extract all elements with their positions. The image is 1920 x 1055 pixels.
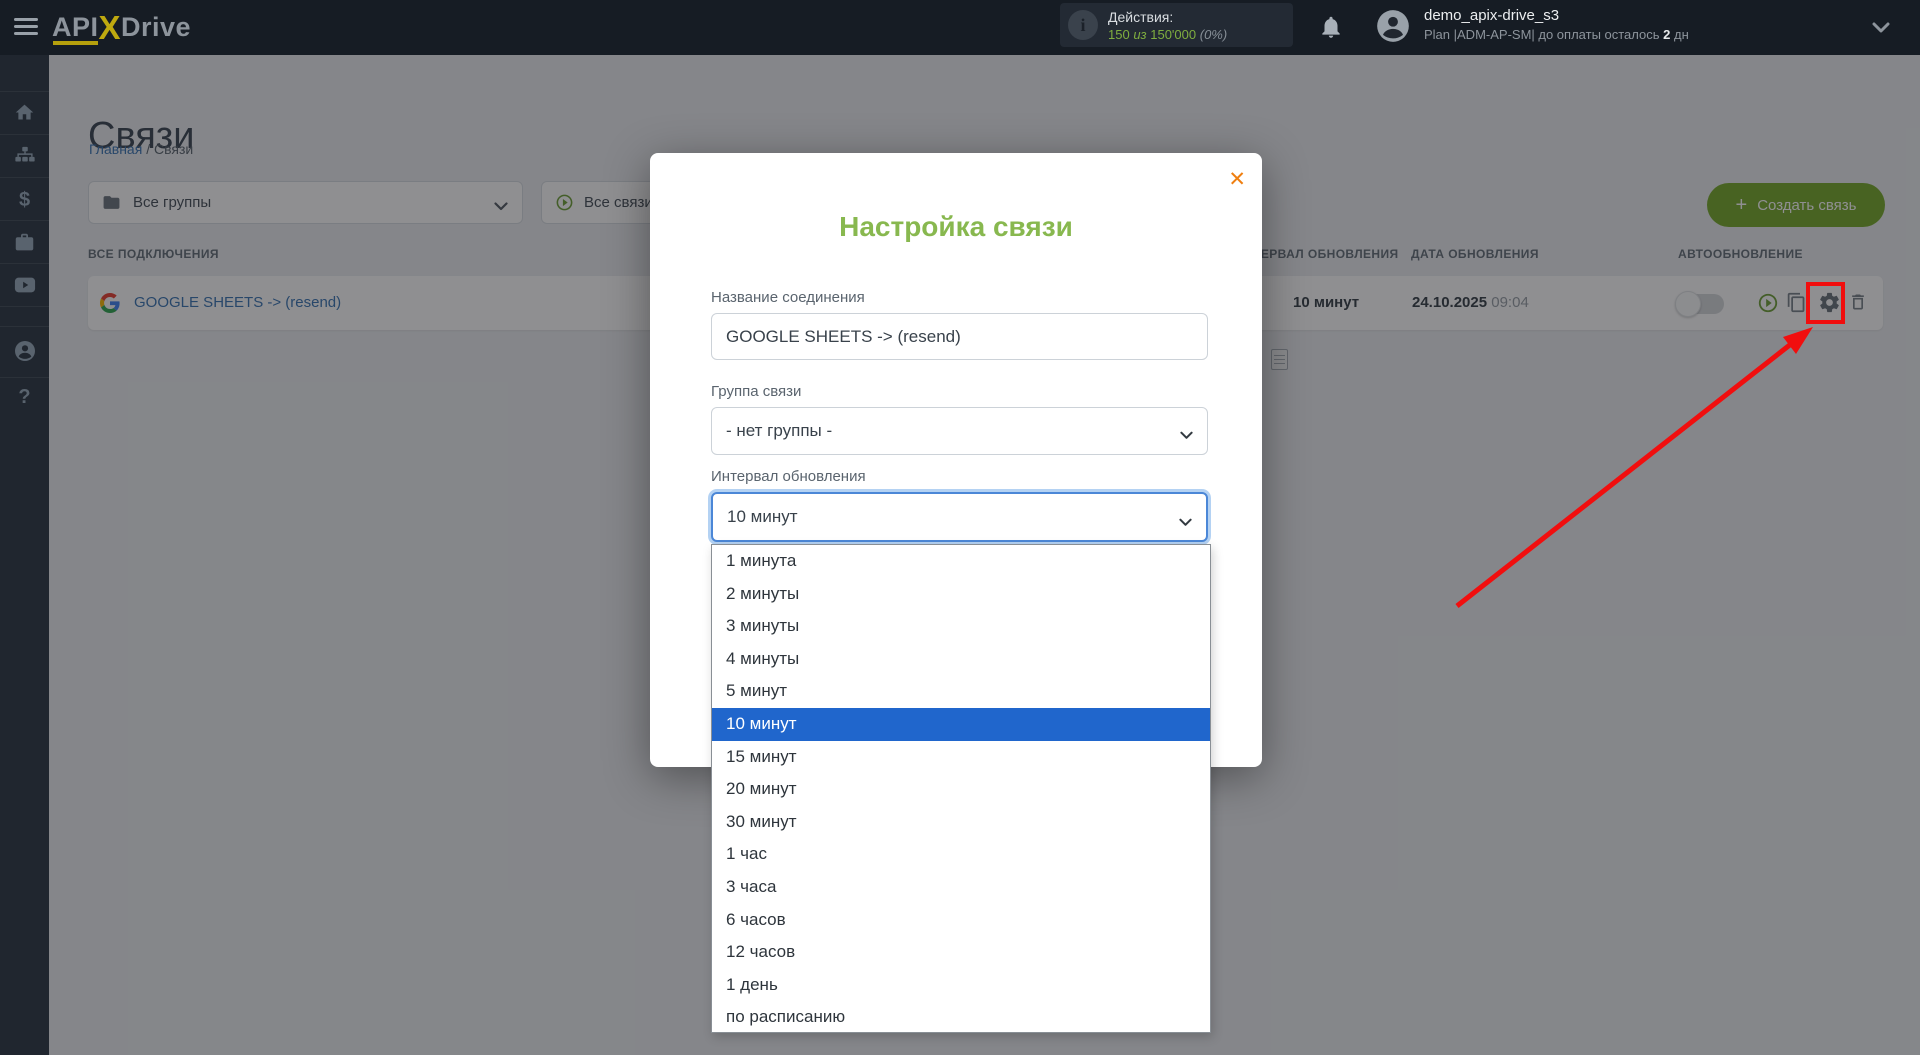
actions-counter: 150 из 150'000 (0%) bbox=[1108, 27, 1227, 42]
interval-option[interactable]: 20 минут bbox=[712, 773, 1210, 806]
link-group-label: Группа связи bbox=[711, 383, 802, 400]
sidebar-item-help[interactable]: ? bbox=[0, 386, 49, 410]
question-icon: ? bbox=[18, 386, 31, 408]
chevron-down-icon bbox=[1180, 427, 1193, 445]
user-name: demo_apix-drive_s3 bbox=[1424, 7, 1560, 24]
chevron-down-icon bbox=[1179, 514, 1192, 532]
user-avatar[interactable] bbox=[1374, 7, 1412, 45]
app-window: APIXDrive i Действия: 150 из 150'000 (0%… bbox=[0, 0, 1920, 1055]
interval-option[interactable]: 10 минут bbox=[712, 707, 1210, 741]
interval-option[interactable]: 3 минуты bbox=[712, 610, 1210, 643]
sidebar-item-connections[interactable] bbox=[0, 145, 49, 172]
modal-title: Настройка связи bbox=[839, 211, 1073, 242]
interval-option[interactable]: 1 час bbox=[712, 838, 1210, 871]
plan-days: 2 bbox=[1663, 27, 1671, 42]
top-bar: APIXDrive i Действия: 150 из 150'000 (0%… bbox=[0, 0, 1920, 55]
actions-used: 150 bbox=[1108, 27, 1130, 42]
interval-option[interactable]: 30 минут bbox=[712, 806, 1210, 839]
connection-name-input[interactable] bbox=[711, 313, 1208, 360]
plan-days-unit: дн bbox=[1674, 27, 1689, 42]
sidebar-item-services[interactable] bbox=[0, 232, 49, 258]
user-plan: Plan |ADM-AP-SM| до оплаты осталось 2 дн bbox=[1424, 27, 1689, 42]
interval-option[interactable]: 2 минуты bbox=[712, 578, 1210, 611]
close-icon[interactable]: ✕ bbox=[1228, 169, 1246, 190]
interval-option[interactable]: 15 минут bbox=[712, 741, 1210, 774]
interval-option[interactable]: 12 часов bbox=[712, 936, 1210, 969]
link-group-value: - нет группы - bbox=[726, 421, 833, 440]
interval-option[interactable]: 5 минут bbox=[712, 675, 1210, 708]
interval-option[interactable]: по расписанию bbox=[712, 1001, 1210, 1034]
actions-percent: (0%) bbox=[1199, 27, 1228, 42]
hamburger-menu-icon[interactable] bbox=[14, 18, 38, 36]
user-menu-chevron-down-icon[interactable] bbox=[1872, 20, 1890, 33]
interval-option[interactable]: 3 часа bbox=[712, 871, 1210, 904]
logo-text-api: API bbox=[52, 12, 99, 45]
interval-option[interactable]: 4 минуты bbox=[712, 643, 1210, 676]
actions-of-word: из bbox=[1133, 27, 1147, 42]
sidebar-nav: $ ? bbox=[0, 55, 49, 1055]
update-interval-select[interactable]: 10 минут bbox=[711, 492, 1208, 542]
notifications-bell-icon[interactable] bbox=[1318, 14, 1344, 40]
actions-total: 150'000 bbox=[1150, 27, 1197, 42]
logo-text-drive: Drive bbox=[121, 12, 192, 42]
logo-text-x: X bbox=[98, 9, 122, 46]
sidebar-item-billing[interactable]: $ bbox=[0, 189, 49, 213]
connection-name-label: Название соединения bbox=[711, 289, 865, 306]
update-interval-value: 10 минут bbox=[727, 507, 798, 526]
dollar-icon: $ bbox=[18, 189, 31, 211]
sidebar-item-video[interactable] bbox=[0, 276, 49, 299]
interval-options-list: 1 минута 2 минуты 3 минуты 4 минуты 5 минут 1… bbox=[711, 544, 1211, 1033]
info-icon: i bbox=[1068, 10, 1098, 40]
interval-option[interactable]: 6 часов bbox=[712, 904, 1210, 937]
update-interval-label: Интервал обновления bbox=[711, 468, 866, 485]
actions-label: Действия: bbox=[1108, 9, 1174, 25]
interval-option[interactable]: 1 день bbox=[712, 969, 1210, 1002]
annotation-red-highlight-box bbox=[1806, 282, 1845, 324]
link-group-select[interactable]: - нет группы - bbox=[711, 407, 1208, 455]
interval-option[interactable]: 1 минута bbox=[712, 545, 1210, 578]
sidebar-item-home[interactable] bbox=[0, 102, 49, 128]
plan-text: Plan |ADM-AP-SM| до оплаты осталось bbox=[1424, 27, 1660, 42]
app-logo: APIXDrive bbox=[52, 9, 191, 47]
sidebar-item-account[interactable] bbox=[0, 339, 49, 368]
actions-counter-block: i Действия: 150 из 150'000 (0%) bbox=[1060, 3, 1293, 47]
